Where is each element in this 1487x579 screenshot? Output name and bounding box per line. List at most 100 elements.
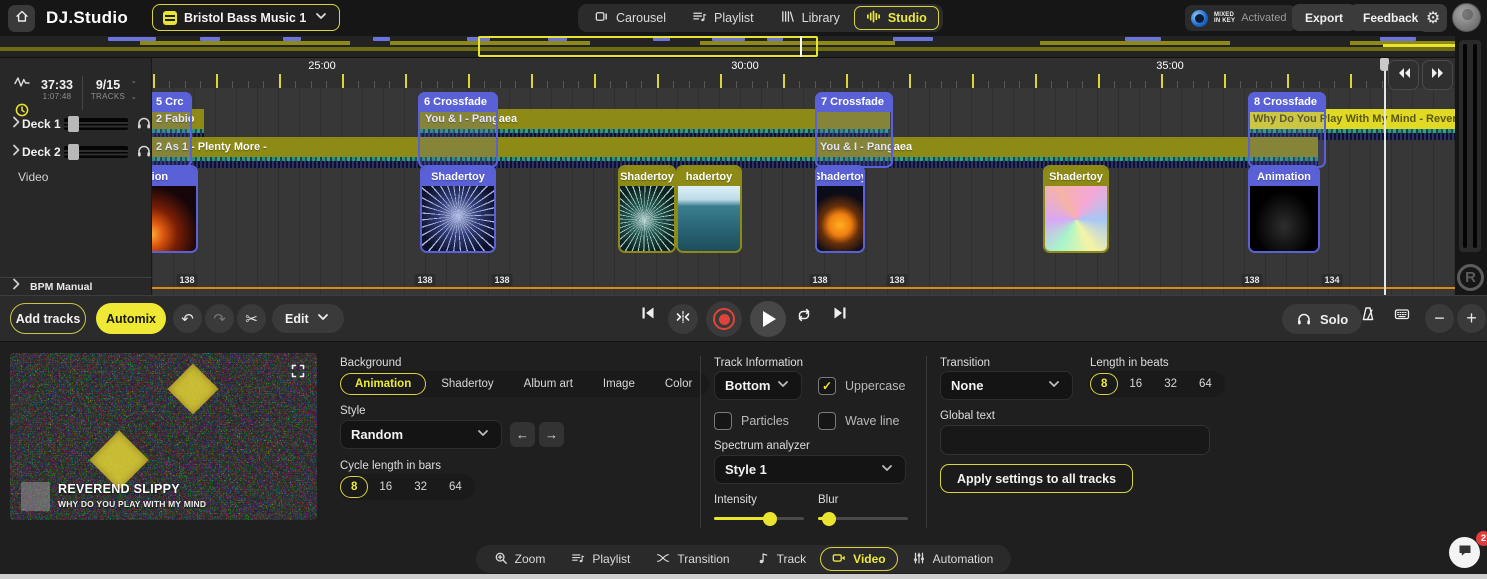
- vertical-scrollbar[interactable]: [1459, 40, 1481, 252]
- video-clip[interactable]: ation: [152, 165, 198, 253]
- undo-button[interactable]: ↶: [173, 304, 202, 333]
- video-preview[interactable]: REVEREND SLIPPY WHY DO YOU PLAY WITH MY …: [10, 353, 317, 520]
- audio-clip[interactable]: 2 As 1 - Plenty More -: [152, 137, 890, 157]
- mixed-in-key-badge[interactable]: MIXEDIN KEY Activated: [1185, 5, 1296, 31]
- solo-button[interactable]: Solo: [1282, 304, 1362, 334]
- cycle-option-8[interactable]: 8: [340, 476, 368, 498]
- video-clip[interactable]: Shadertoy: [815, 165, 865, 253]
- chat-button[interactable]: [1449, 537, 1480, 568]
- crossfade-region[interactable]: 6 Crossfade: [418, 92, 498, 168]
- background-option-album-art[interactable]: Album art: [509, 373, 588, 395]
- video-clip[interactable]: hadertoy: [676, 165, 742, 253]
- video-clip[interactable]: Shadertoy: [618, 165, 676, 253]
- crossfade-region[interactable]: 5 Crc: [152, 92, 192, 168]
- timeline-tracks[interactable]: 2 FabioYou & I - PangaeaWhy Do You Play …: [152, 88, 1455, 295]
- global-text-input[interactable]: [940, 425, 1210, 455]
- blur-slider[interactable]: [818, 517, 908, 520]
- deck-2-volume-knob[interactable]: [68, 144, 79, 160]
- add-tracks-button[interactable]: Add tracks: [10, 303, 86, 334]
- background-option-shadertoy[interactable]: Shadertoy: [426, 373, 508, 395]
- deck-2-volume-slider[interactable]: [64, 146, 128, 158]
- headphones-icon[interactable]: [136, 142, 152, 163]
- edit-menu[interactable]: Edit: [272, 304, 344, 333]
- crossfade-region[interactable]: 8 Crossfade: [1248, 92, 1326, 168]
- bottom-tab-playlist[interactable]: Playlist: [559, 547, 642, 571]
- solo-label: Solo: [1320, 312, 1348, 327]
- skip-to-start-button[interactable]: [640, 305, 656, 326]
- bottom-tab-transition[interactable]: Transition: [644, 547, 741, 571]
- spectrum-dropdown[interactable]: Style 1: [714, 455, 906, 484]
- cycle-option-64[interactable]: 64: [438, 476, 473, 498]
- intensity-knob[interactable]: [763, 512, 777, 526]
- style-next-button[interactable]: →: [539, 422, 564, 447]
- transition-dropdown[interactable]: None: [940, 371, 1073, 400]
- rewind-button[interactable]: [1388, 60, 1419, 90]
- background-option-animation[interactable]: Animation: [340, 373, 426, 395]
- uppercase-checkbox[interactable]: ✓ Uppercase: [818, 377, 905, 395]
- zoom-out-button[interactable]: −: [1425, 304, 1454, 333]
- chevron-right-icon[interactable]: [8, 142, 18, 163]
- wave-line-checkbox[interactable]: Wave line: [818, 412, 899, 430]
- auto-follow-button[interactable]: R: [1457, 264, 1484, 291]
- apply-settings-button[interactable]: Apply settings to all tracks: [940, 464, 1133, 493]
- style-prev-button[interactable]: ←: [510, 422, 535, 447]
- zoom-in-button[interactable]: +: [1457, 304, 1486, 333]
- beats-option-32[interactable]: 32: [1153, 373, 1188, 395]
- bottom-tab-track[interactable]: Track: [744, 547, 819, 571]
- skip-to-end-button[interactable]: [832, 305, 848, 326]
- overview-clip-marker: [1380, 37, 1416, 41]
- video-clip[interactable]: Shadertoy: [1043, 165, 1109, 253]
- bottom-tab-automation[interactable]: Automation: [900, 547, 1006, 571]
- shortcuts-button[interactable]: [1394, 306, 1410, 327]
- bottom-tab-video[interactable]: Video: [820, 547, 897, 571]
- time-ruler[interactable]: 25:0030:0035:00: [152, 58, 1455, 88]
- cut-button[interactable]: ✂: [237, 304, 266, 333]
- bpm-manual-row[interactable]: BPM Manual: [0, 277, 152, 295]
- redo-button[interactable]: ↷: [205, 304, 234, 333]
- metronome-button[interactable]: [1360, 306, 1376, 327]
- beats-option-8[interactable]: 8: [1090, 373, 1118, 395]
- home-button[interactable]: [8, 5, 35, 32]
- fast-forward-button[interactable]: [1422, 60, 1453, 90]
- deck-1-volume-knob[interactable]: [68, 116, 79, 132]
- project-selector[interactable]: Bristol Bass Music 1: [152, 4, 340, 31]
- video-clip[interactable]: Shadertoy: [420, 165, 496, 253]
- chevron-right-icon[interactable]: [8, 114, 18, 135]
- automix-button[interactable]: Automix: [96, 303, 166, 334]
- avatar[interactable]: [1452, 3, 1481, 32]
- bottom-tab-zoom[interactable]: Zoom: [482, 547, 558, 571]
- divider: [926, 356, 927, 528]
- track-info-position-dropdown[interactable]: Bottom: [714, 371, 802, 400]
- overview-viewport[interactable]: [478, 36, 818, 57]
- deck-1-volume-slider[interactable]: [64, 118, 128, 130]
- checkbox-checked-icon: ✓: [818, 377, 836, 395]
- record-button[interactable]: [706, 301, 742, 337]
- cycle-option-16[interactable]: 16: [368, 476, 403, 498]
- settings-button[interactable]: ⚙: [1419, 4, 1447, 32]
- tab-studio[interactable]: Studio: [854, 6, 939, 30]
- video-clip[interactable]: Animation: [1248, 165, 1320, 253]
- minor-tick: [295, 81, 296, 88]
- tab-library[interactable]: Library: [768, 6, 852, 30]
- blur-knob[interactable]: [822, 512, 836, 526]
- beats-option-64[interactable]: 64: [1188, 373, 1223, 395]
- particles-checkbox[interactable]: Particles: [714, 412, 789, 430]
- cycle-option-32[interactable]: 32: [403, 476, 438, 498]
- mix-overview-strip[interactable]: [0, 36, 1455, 58]
- intensity-slider[interactable]: [714, 517, 804, 520]
- export-button[interactable]: Export: [1292, 4, 1356, 31]
- beats-option-16[interactable]: 16: [1118, 373, 1153, 395]
- style-dropdown[interactable]: Random: [340, 420, 502, 449]
- play-button[interactable]: [750, 301, 786, 337]
- headphones-icon[interactable]: [136, 114, 152, 135]
- jump-to-playhead-button[interactable]: [668, 304, 698, 334]
- playhead[interactable]: [1384, 58, 1386, 295]
- loop-button[interactable]: [796, 307, 812, 328]
- background-option-color[interactable]: Color: [650, 373, 707, 395]
- tab-playlist[interactable]: Playlist: [680, 6, 766, 30]
- crossfade-region[interactable]: 7 Crossfade: [815, 92, 893, 168]
- background-option-image[interactable]: Image: [588, 373, 650, 395]
- tab-carousel[interactable]: Carousel: [582, 6, 678, 30]
- bpm-automation-line[interactable]: [152, 287, 1455, 289]
- fullscreen-icon[interactable]: [290, 363, 306, 384]
